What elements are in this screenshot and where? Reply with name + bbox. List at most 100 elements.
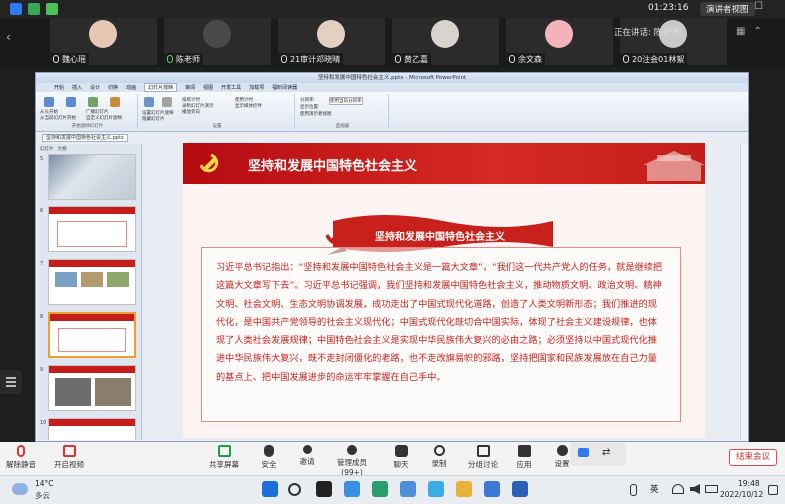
maximize-icon[interactable]: ☐ bbox=[754, 1, 763, 12]
ribbon-tab[interactable]: 插入 bbox=[72, 84, 82, 91]
participant-nameplate: 黄乙嘉 bbox=[392, 53, 431, 65]
participant-nameplate: 余文森 bbox=[506, 53, 545, 65]
task-view-icon[interactable] bbox=[316, 481, 332, 497]
participant-tile[interactable]: 余文森 bbox=[506, 18, 613, 65]
outline-tab[interactable]: 大纲 bbox=[58, 146, 67, 152]
input-language[interactable]: 英 bbox=[650, 483, 659, 495]
end-meeting-button[interactable]: 结束会议 bbox=[729, 449, 777, 466]
start-video-button[interactable]: 开启视频 bbox=[52, 445, 86, 470]
participant-tile[interactable]: 黄乙嘉 bbox=[392, 18, 499, 65]
play-current-icon[interactable] bbox=[66, 97, 76, 107]
ppt-title-bar: 坚持和发展中国特色社会主义.pptx - Microsoft PowerPoin… bbox=[36, 73, 748, 83]
ribbon-group-label: 开始放映幻灯片 bbox=[71, 124, 104, 129]
meeting-toolbar: 解除静音 开启视频 共享屏幕 安全 邀请 管理成员(99+) 聊天 录制 分组讨… bbox=[0, 442, 785, 477]
volume-icon[interactable] bbox=[690, 484, 700, 494]
document-tab[interactable]: 坚持和发展中国特色社会主义.pptx bbox=[42, 134, 128, 142]
apps-button[interactable]: 应用 bbox=[513, 445, 535, 470]
clock-date[interactable]: 2022/10/12 bbox=[720, 490, 763, 499]
notification-icon[interactable] bbox=[768, 485, 778, 495]
slide-thumbnail[interactable] bbox=[48, 154, 136, 200]
security-label: 安全 bbox=[261, 460, 277, 469]
vertical-scrollbar[interactable] bbox=[740, 144, 748, 440]
ribbon-group-monitors: 分辨率: 使用当前分辨率 显示位置: 使用演示者视图 监视器 bbox=[297, 94, 389, 129]
mail-icon[interactable] bbox=[400, 481, 416, 497]
weather-description[interactable]: 多云 bbox=[35, 490, 50, 501]
swap-icon[interactable]: ⇄ bbox=[602, 447, 610, 458]
slide-thumbnail[interactable] bbox=[48, 259, 136, 305]
invite-button[interactable]: 邀请 bbox=[296, 445, 318, 467]
weather-temperature[interactable]: 14°C bbox=[35, 479, 54, 488]
slide-thumbnail[interactable] bbox=[48, 365, 136, 411]
presenter-view-checkbox[interactable]: 使用演示者视图 bbox=[300, 111, 332, 117]
wifi-icon[interactable] bbox=[672, 484, 684, 494]
ribbon-tab[interactable]: 切换 bbox=[108, 84, 118, 91]
play-from-start-icon[interactable] bbox=[44, 97, 54, 107]
side-panel-handle[interactable] bbox=[0, 370, 22, 394]
ribbon-tab-active[interactable]: 幻灯片放映 bbox=[144, 83, 178, 92]
chevron-left-icon[interactable]: ‹ bbox=[6, 30, 11, 44]
view-toggle-icon[interactable] bbox=[578, 448, 589, 457]
ribbon-button-label[interactable]: 显示媒体控件 bbox=[235, 103, 262, 109]
store-icon[interactable] bbox=[484, 481, 500, 497]
slide-thumbnail-selected[interactable] bbox=[48, 312, 136, 358]
start-windows-icon[interactable] bbox=[262, 481, 278, 497]
share-screen-button[interactable]: 共享屏幕 bbox=[208, 445, 240, 470]
windows-taskbar bbox=[0, 475, 785, 504]
network-signal-icon[interactable] bbox=[46, 3, 58, 15]
security-shield-icon[interactable] bbox=[28, 3, 40, 15]
slide-thumbnail[interactable] bbox=[48, 206, 136, 252]
slide-thumbnail[interactable] bbox=[48, 418, 136, 440]
battery-icon[interactable] bbox=[705, 485, 718, 493]
participant-tile[interactable]: 21审计邓晓晴 bbox=[278, 18, 385, 65]
participant-name: 陈老师 bbox=[176, 54, 200, 64]
setup-show-icon[interactable] bbox=[144, 97, 154, 107]
shield-icon bbox=[264, 445, 274, 457]
word-icon[interactable] bbox=[512, 481, 528, 497]
security-button[interactable]: 安全 bbox=[258, 445, 280, 470]
ribbon-tab[interactable]: 设计 bbox=[90, 84, 100, 91]
unmute-button[interactable]: 解除静音 bbox=[6, 445, 36, 470]
clock-time[interactable]: 19:48 bbox=[738, 479, 760, 488]
ribbon-button-label[interactable]: 播放旁白 bbox=[182, 109, 200, 115]
file-explorer-icon[interactable] bbox=[456, 481, 472, 497]
widgets-icon[interactable] bbox=[344, 481, 360, 497]
ribbon-tab[interactable]: 福昕阅读器 bbox=[272, 84, 297, 91]
ribbon-tab[interactable]: 开发工具 bbox=[221, 84, 241, 91]
ribbon-button-label: 分辨率: bbox=[300, 98, 316, 103]
ribbon-tab[interactable]: 视图 bbox=[203, 84, 213, 91]
mic-tray-icon[interactable] bbox=[630, 484, 637, 496]
grid-view-icon[interactable]: ▦ bbox=[736, 26, 745, 37]
resolution-select[interactable]: 使用当前分辨率 bbox=[329, 97, 363, 105]
edge-browser-icon[interactable] bbox=[372, 481, 388, 497]
ribbon-tab[interactable]: 开始 bbox=[54, 84, 64, 91]
ribbon-group-start-show: 从头开始 从当前幻灯片开始 广播幻灯片 自定义幻灯片放映 开始放映幻灯片 bbox=[38, 94, 138, 129]
broadcast-icon[interactable] bbox=[88, 97, 98, 107]
tiananmen-silhouette-icon bbox=[643, 151, 705, 181]
chat-button[interactable]: 聊天 bbox=[390, 445, 412, 470]
avatar bbox=[431, 20, 459, 48]
record-button[interactable]: 录制 bbox=[428, 445, 450, 469]
minimize-icon[interactable]: ─ bbox=[740, 1, 746, 12]
strip-controls: ▦ ⌃ bbox=[736, 26, 762, 37]
ribbon-tab[interactable]: 审阅 bbox=[185, 84, 195, 91]
ribbon-tab[interactable]: 加载项 bbox=[249, 84, 264, 91]
ribbon-tab[interactable]: 动画 bbox=[126, 84, 136, 91]
slide-number: 10 bbox=[40, 420, 47, 426]
slides-tab[interactable]: 幻灯片 bbox=[40, 146, 54, 152]
weather-icon[interactable] bbox=[12, 483, 28, 495]
mic-muted-icon bbox=[395, 55, 401, 63]
avatar bbox=[203, 20, 231, 48]
meeting-info-icon[interactable] bbox=[10, 3, 22, 15]
participant-name: 黄乙嘉 bbox=[404, 54, 428, 64]
avatar bbox=[317, 20, 345, 48]
participant-tile[interactable]: 魏心瑶 bbox=[50, 18, 157, 65]
hide-slide-icon[interactable] bbox=[162, 97, 172, 107]
meeting-app-icon[interactable] bbox=[428, 481, 444, 497]
collapse-strip-icon[interactable]: ⌃ bbox=[753, 26, 761, 37]
search-icon[interactable] bbox=[288, 483, 301, 496]
breakout-rooms-button[interactable]: 分组讨论 bbox=[466, 445, 500, 470]
custom-show-icon[interactable] bbox=[110, 97, 120, 107]
manage-members-button[interactable]: 管理成员(99+) bbox=[328, 445, 376, 477]
slide-thumbnail-pane: 幻灯片 大纲 5 6 7 8 9 10 bbox=[38, 144, 142, 440]
participant-tile-active-speaker[interactable]: 陈老师 bbox=[164, 18, 271, 65]
